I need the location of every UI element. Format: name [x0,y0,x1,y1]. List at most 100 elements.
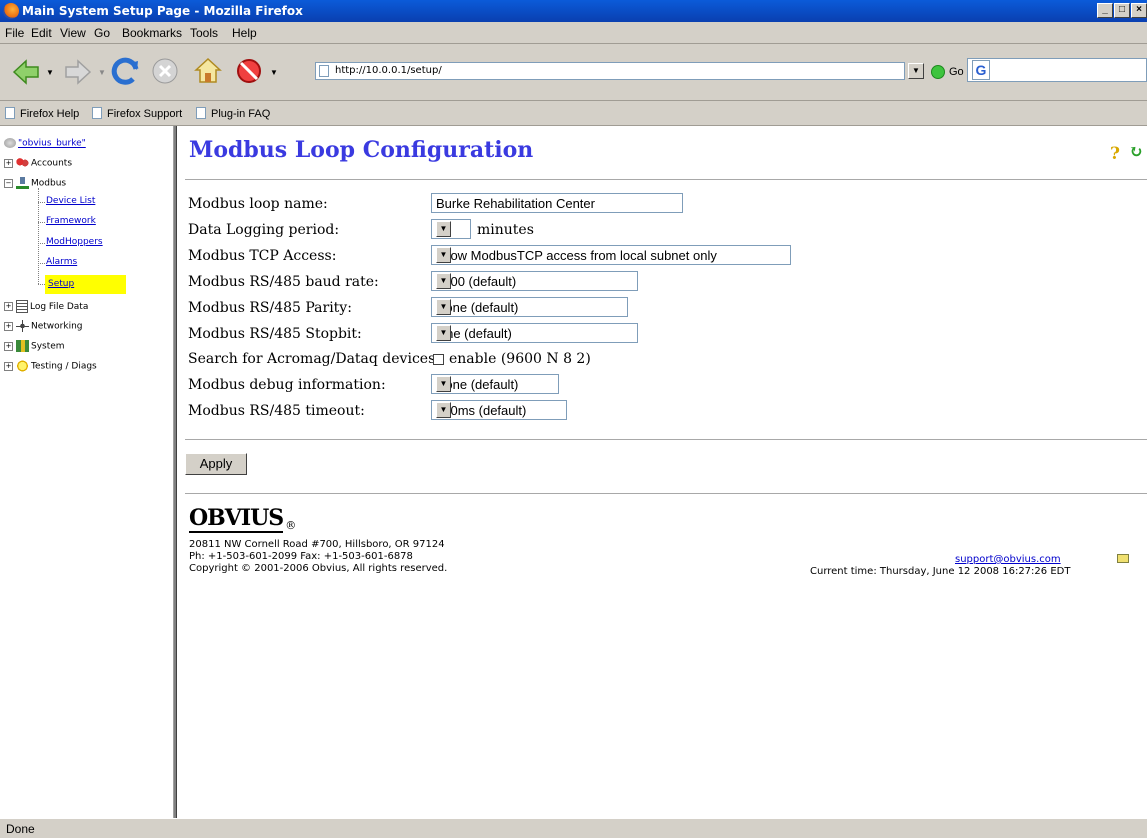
sidebar-item-log-file-data[interactable]: + Log File Data [4,300,88,313]
tree-root[interactable]: "obvius_burke" [4,138,86,149]
menu-edit[interactable]: Edit [31,26,52,40]
window-title: Main System Setup Page - Mozilla Firefox [22,4,303,18]
chevron-down-icon[interactable]: ▼ [436,299,451,315]
search-box[interactable]: G [967,58,1147,82]
loop-name-input[interactable] [431,193,683,213]
navigation-toolbar: ▼ ▼ ▼ http://10.0.0.1/setup/ ▼ Go G [0,44,1147,101]
footer-address: 20811 NW Cornell Road #700, Hillsboro, O… [189,539,445,550]
help-icon[interactable]: ? [1110,144,1120,164]
expand-icon[interactable]: + [4,341,13,351]
forward-dropdown-icon[interactable]: ▼ [98,68,106,77]
menu-go[interactable]: Go [94,26,110,40]
sidebar-item-label: Log File Data [30,302,89,312]
bookmark-page-icon [92,107,102,119]
root-label[interactable]: "obvius_burke" [18,139,86,149]
refresh-icon[interactable]: ↻ [1129,142,1143,162]
menu-help[interactable]: Help [232,26,257,40]
chevron-down-icon[interactable]: ▼ [436,273,451,289]
menu-file[interactable]: File [5,26,24,40]
home-icon[interactable] [192,54,224,86]
window-title-bar[interactable]: Main System Setup Page - Mozilla Firefox… [0,0,1147,22]
main-panel: Modbus Loop Configuration ? ↻ Modbus loo… [177,126,1147,818]
tcp-access-label: Modbus TCP Access: [188,248,337,264]
menu-view[interactable]: View [60,26,86,40]
envelope-icon[interactable] [1117,554,1129,563]
chevron-down-icon[interactable]: ▼ [436,325,451,341]
expand-icon[interactable]: + [4,158,13,168]
popup-dropdown-icon[interactable]: ▼ [270,68,278,77]
chevron-down-icon[interactable]: ▼ [436,247,451,263]
go-button[interactable]: Go [949,66,964,78]
back-icon[interactable] [10,56,42,88]
logging-period-unit: minutes [477,222,534,238]
url-text[interactable]: http://10.0.0.1/setup/ [335,65,442,76]
sidebar-item-system[interactable]: + System [4,340,65,352]
sidebar-item-label: Accounts [31,158,73,169]
stop-icon[interactable] [150,56,180,86]
minimize-button[interactable]: _ [1097,3,1113,18]
support-email-link[interactable]: support@obvius.com [955,554,1061,565]
divider [185,179,1147,180]
chevron-down-icon[interactable]: ▼ [436,376,451,392]
sidebar-item-modhoppers[interactable]: ModHoppers [46,237,103,247]
footer-copyright: Copyright © 2001-2006 Obvius, All rights… [189,563,448,574]
tcp-access-select[interactable]: Allow ModbusTCP access from local subnet… [431,245,791,265]
close-button[interactable]: × [1131,3,1147,18]
modbus-icon [16,177,29,189]
search-acromag-label: Search for Acromag/Dataq devices: [188,351,440,367]
page-title: Modbus Loop Configuration [189,137,534,163]
forward-icon[interactable] [62,56,94,88]
networking-icon [16,320,29,332]
expand-icon[interactable]: + [4,321,13,331]
bookmark-label: Firefox Support [107,108,183,120]
debug-info-label: Modbus debug information: [188,377,386,393]
url-history-dropdown[interactable]: ▼ [908,63,924,79]
tree-branch [38,202,45,203]
popup-blocker-icon[interactable] [234,56,264,86]
bookmark-page-icon [196,107,206,119]
baud-rate-select[interactable]: 9600 (default) ▼ [431,271,638,291]
sidebar-item-networking[interactable]: + Networking [4,320,83,332]
sidebar-item-label: System [31,341,65,352]
sidebar-item-accounts[interactable]: + Accounts [4,157,72,169]
chevron-down-icon[interactable]: ▼ [436,402,451,418]
testing-icon [16,360,29,372]
system-icon [16,340,29,352]
collapse-icon[interactable]: − [4,178,13,188]
bookmark-firefox-support[interactable]: Firefox Support [92,107,182,120]
menu-bookmarks[interactable]: Bookmarks [122,26,182,40]
sidebar-item-framework[interactable]: Framework [46,216,96,226]
logging-period-select[interactable]: 15▼ [431,219,471,239]
expand-icon[interactable]: + [4,302,13,311]
chevron-down-icon[interactable]: ▼ [436,221,451,237]
sidebar-item-testing-diags[interactable]: + Testing / Diags [4,360,97,372]
back-dropdown-icon[interactable]: ▼ [46,68,54,77]
menu-tools[interactable]: Tools [190,26,218,40]
go-icon[interactable] [931,65,945,79]
logo-text: OBVIUS [189,505,284,533]
stopbit-label: Modbus RS/485 Stopbit: [188,326,362,342]
tree-branch [38,243,45,244]
logfile-icon [16,300,28,313]
bookmark-plugin-faq[interactable]: Plug-in FAQ [196,107,270,120]
search-acromag-checkbox[interactable] [433,354,444,365]
sidebar-item-alarms[interactable]: Alarms [46,257,77,267]
timeout-select[interactable]: 200ms (default) ▼ [431,400,567,420]
sidebar-item-setup[interactable]: Setup [48,279,74,289]
page-icon [319,65,329,77]
bookmark-firefox-help[interactable]: Firefox Help [5,107,79,120]
maximize-button[interactable]: □ [1114,3,1130,18]
google-search-icon[interactable]: G [972,60,990,80]
parity-label: Modbus RS/485 Parity: [188,300,352,316]
debug-info-select[interactable]: None (default) ▼ [431,374,559,394]
apply-button[interactable]: Apply [185,453,247,475]
url-bar[interactable]: http://10.0.0.1/setup/ [315,62,905,80]
parity-select[interactable]: None (default) ▼ [431,297,628,317]
expand-icon[interactable]: + [4,361,13,371]
status-bar: Done [0,818,1147,838]
stopbit-select[interactable]: One (default) ▼ [431,323,638,343]
sidebar-item-modbus[interactable]: − Modbus [4,177,66,189]
sidebar-item-device-list[interactable]: Device List [46,196,95,206]
reload-icon[interactable] [110,55,142,87]
logo-registered-mark: ® [285,519,297,532]
